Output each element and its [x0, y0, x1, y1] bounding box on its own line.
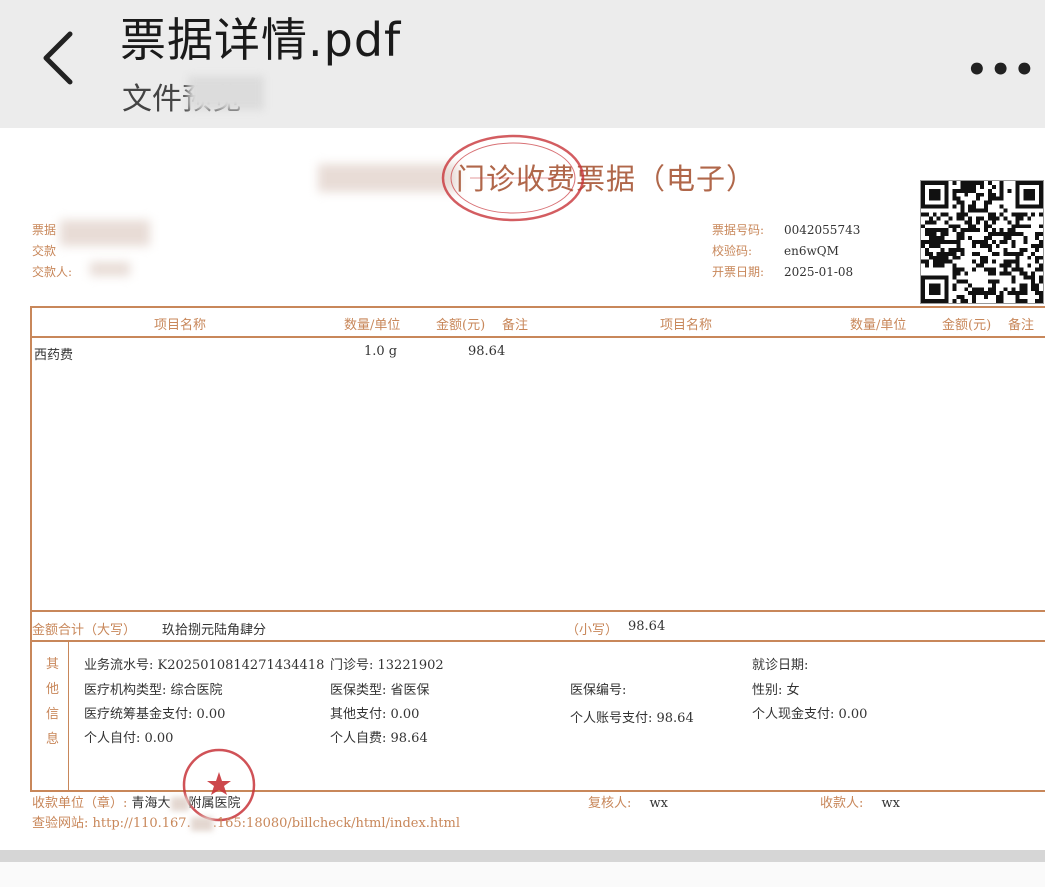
- invoice-document: 门诊收费票据（电子） 票据 交款 交款人: 票据号码: 0042055743 校验…: [0, 128, 1045, 850]
- divider: [30, 640, 1045, 642]
- payee-unit: 收款单位（章）: 青海大 附属医院: [32, 792, 241, 811]
- blur-mask: [90, 262, 130, 276]
- column-header-item: 项目名称: [660, 318, 713, 333]
- check-code: en6wQM: [784, 244, 839, 258]
- total-label: 金额合计（大写）: [32, 623, 137, 638]
- label: 他: [46, 682, 60, 697]
- blur-mask: [188, 76, 264, 110]
- institution-type: 医疗机构类型: 综合医院: [84, 683, 223, 698]
- label: 息: [46, 732, 60, 747]
- payee-unit-label: 收款单位（章）:: [32, 796, 128, 811]
- divider: [30, 336, 1045, 338]
- page-title: 票据详情.pdf: [120, 13, 402, 67]
- self-expense: 个人自费: 98.64: [330, 731, 428, 746]
- cashier-label: 收款人:: [820, 796, 864, 811]
- table-cell-item: 西药费: [34, 348, 74, 363]
- check-site-label: 查验网站:: [32, 816, 89, 831]
- check-site-url[interactable]: http://110.167.: [93, 816, 191, 831]
- issue-date-label: 开票日期:: [712, 265, 765, 279]
- account-payment: 个人账号支付: 98.64: [570, 711, 694, 726]
- payee-unit-value: 青海大: [131, 796, 171, 811]
- label: 交款: [32, 244, 57, 258]
- column-header-note: 备注: [502, 318, 529, 333]
- fund-payment: 医疗统筹基金支付: 0.00: [84, 707, 226, 722]
- label: 信: [46, 707, 60, 722]
- gender: 性别: 女: [752, 683, 800, 698]
- label: 其: [46, 657, 60, 672]
- blur-mask: [318, 164, 458, 192]
- column-header-qty: 数量/单位: [850, 318, 907, 333]
- reviewer: 复核人: wx: [588, 792, 668, 811]
- header-right-block: 票据号码: 0042055743 校验码: en6wQM 开票日期: 2025-01-…: [712, 220, 860, 283]
- table-cell-qty: 1.0 g: [364, 344, 398, 359]
- column-header-note: 备注: [1008, 318, 1035, 333]
- blur-mask: [60, 220, 150, 246]
- issue-date: 2025-01-08: [784, 265, 854, 279]
- label: 票据: [32, 223, 57, 237]
- column-header-amount: 金额(元): [436, 318, 486, 333]
- header-left-block: 票据 交款 交款人:: [32, 220, 72, 283]
- other-info-label: 其 他 信 息: [46, 652, 66, 752]
- column-header-amount: 金额(元): [942, 318, 992, 333]
- table-cell-amount: 98.64: [468, 344, 506, 359]
- self-payment: 个人自付: 0.00: [84, 731, 174, 746]
- divider: [30, 610, 1045, 612]
- column-header-qty: 数量/单位: [344, 318, 401, 333]
- more-options-icon[interactable]: •••: [966, 50, 1037, 90]
- bill-number: 0042055743: [784, 223, 861, 237]
- insurance-number: 医保编号:: [570, 683, 627, 698]
- insurance-type: 医保类型: 省医保: [330, 683, 430, 698]
- bottom-strip: [0, 850, 1045, 862]
- outpatient-number: 门诊号: 13221902: [330, 658, 444, 673]
- check-site: 查验网站: http://110.167. .165:18080/billchec…: [32, 812, 460, 831]
- reviewer-value: wx: [649, 796, 668, 811]
- cash-payment: 个人现金支付: 0.00: [752, 707, 868, 722]
- official-seal-icon: [441, 134, 585, 222]
- reviewer-label: 复核人:: [588, 796, 632, 811]
- qr-code-icon: [920, 180, 1044, 304]
- label: 交款人:: [32, 265, 73, 279]
- total-words: 玖拾捌元陆角肆分: [162, 623, 267, 638]
- total-small: 98.64: [628, 619, 666, 634]
- cashier: 收款人: wx: [820, 792, 900, 811]
- back-arrow-icon[interactable]: [38, 28, 82, 88]
- check-site-url-tail[interactable]: .165:18080/billcheck/html/index.html: [213, 816, 460, 831]
- total-small-label: （小写）: [566, 623, 619, 638]
- blur-mask: [190, 816, 213, 831]
- bill-number-label: 票据号码:: [712, 223, 765, 237]
- other-payment: 其他支付: 0.00: [330, 707, 420, 722]
- check-code-label: 校验码:: [712, 244, 753, 258]
- bottom-area: [0, 862, 1045, 887]
- cashier-value: wx: [881, 796, 900, 811]
- blur-mask: [170, 796, 189, 811]
- visit-date: 就诊日期:: [752, 658, 809, 673]
- payee-unit-tail: 附属医院: [188, 796, 241, 811]
- column-header-item: 项目名称: [154, 318, 207, 333]
- top-bar: 票据详情.pdf 文件预览 •••: [0, 0, 1045, 128]
- divider: [68, 642, 69, 790]
- serial-number: 业务流水号: K20250108142714344​18: [84, 658, 325, 673]
